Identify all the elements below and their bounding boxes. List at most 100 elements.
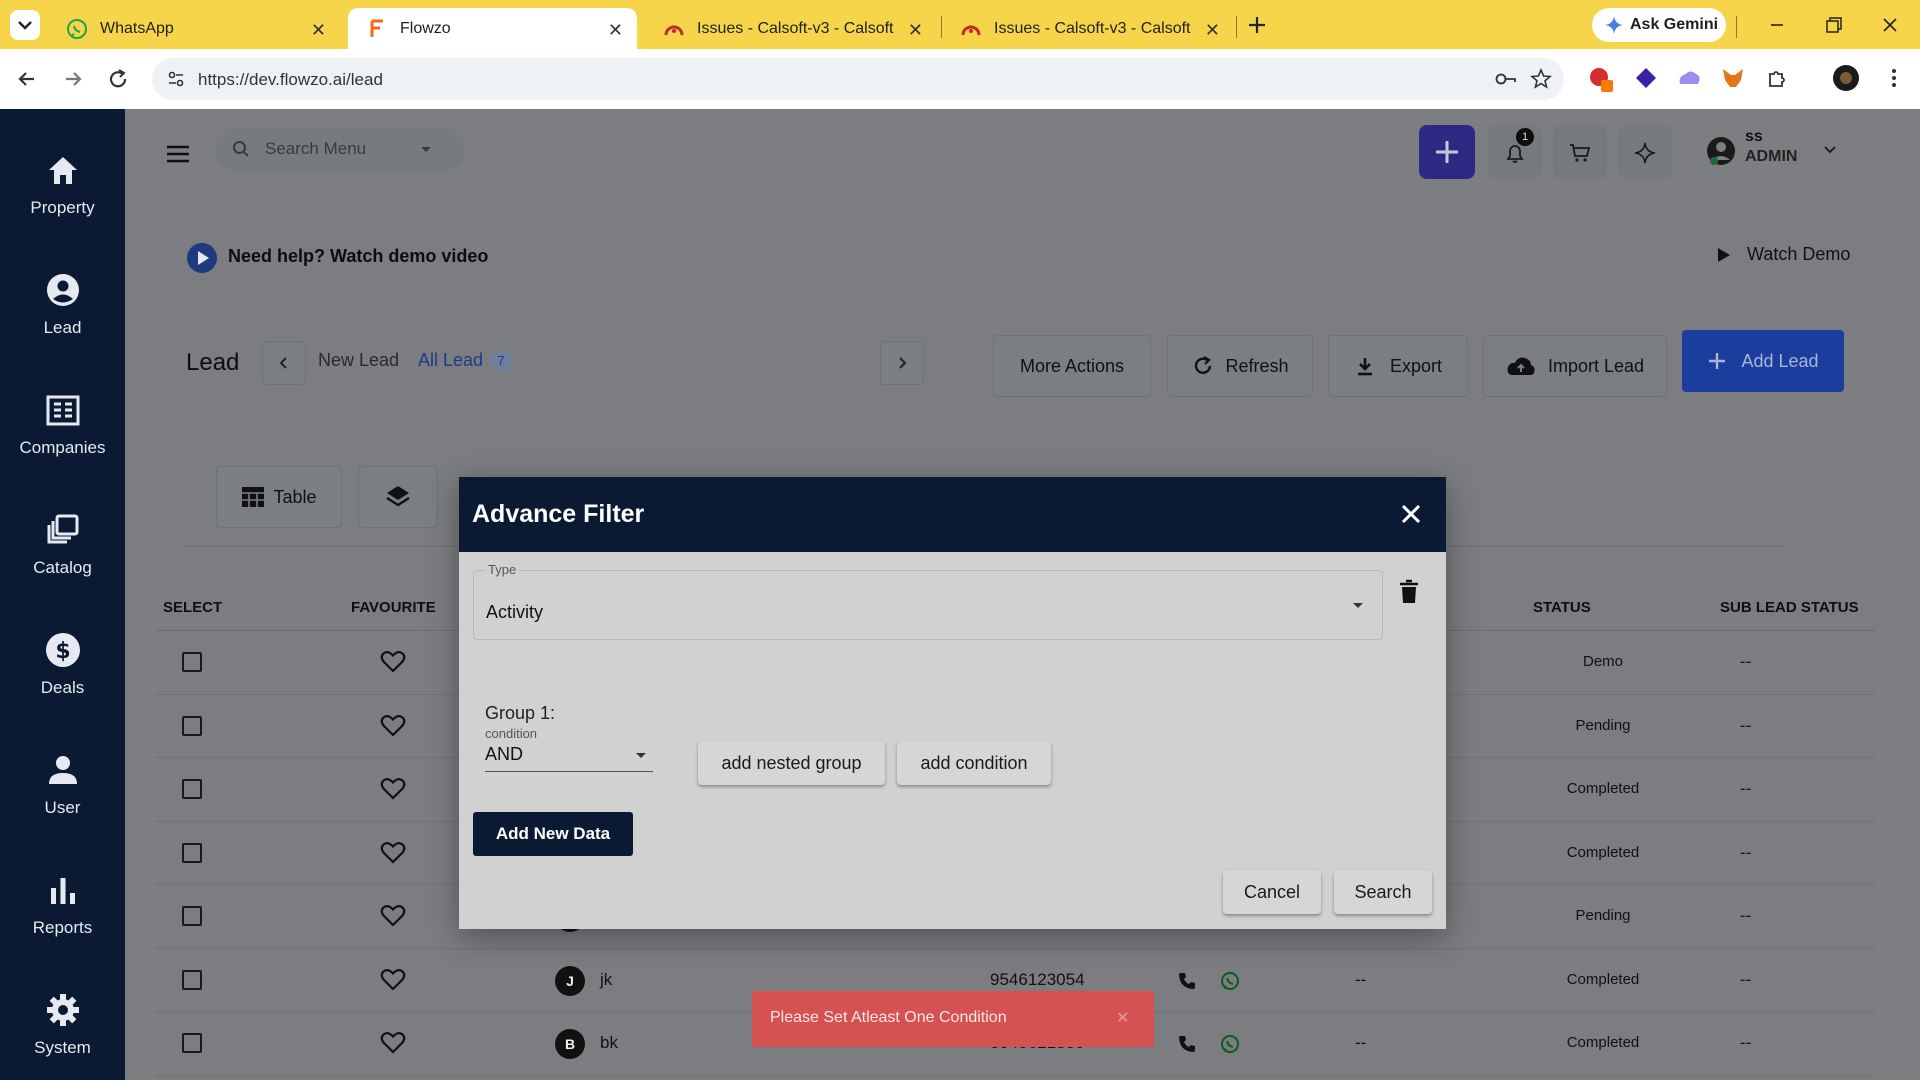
heart-icon[interactable] [380,777,406,801]
table-view-button[interactable]: Table [216,466,342,528]
sidebar-item-deals[interactable]: $ Deals [0,614,125,714]
close-window-button[interactable] [1875,12,1905,38]
favourite-button[interactable] [380,968,406,992]
export-button[interactable]: Export [1328,335,1468,397]
add-condition-button[interactable]: add condition [897,741,1051,785]
lead-sub-status: -- [1740,652,1752,671]
layers-view-button[interactable] [358,466,438,528]
extension-icon-cloud[interactable] [1676,66,1702,90]
heart-icon[interactable] [380,650,406,674]
heart-icon[interactable] [380,841,406,865]
prev-tab-button[interactable] [262,341,306,385]
tab-all-lead[interactable]: All Lead [418,350,483,371]
ask-gemini-button[interactable]: Ask Gemini [1592,8,1726,42]
heart-icon[interactable] [380,714,406,738]
tab-new-lead[interactable]: New Lead [318,350,399,371]
lead-name[interactable]: jk [600,970,612,990]
tab-flowzo[interactable]: Flowzo ✕ [348,8,637,49]
row-select-checkbox[interactable] [182,715,202,736]
site-info-icon[interactable] [166,69,186,89]
quick-add-button[interactable] [1419,125,1475,179]
favourite-button[interactable] [380,650,406,674]
cancel-button[interactable]: Cancel [1223,870,1321,914]
chrome-menu-icon[interactable] [1882,66,1906,90]
add-nested-group-button[interactable]: add nested group [698,741,885,785]
row-select-checkbox[interactable] [182,969,202,990]
favourite-button[interactable] [380,714,406,738]
delete-trash-icon[interactable] [1398,579,1420,605]
tab-whatsapp[interactable]: WhatsApp ✕ [48,8,340,49]
whatsapp-icon[interactable] [1220,971,1240,991]
watch-demo-link[interactable]: Watch Demo [1715,244,1850,265]
close-tab-icon[interactable]: ✕ [311,20,326,41]
lead-status: Pending [1575,716,1631,734]
extension-icon-red[interactable] [1588,66,1614,92]
phone-icon[interactable] [1177,971,1197,991]
tab-calsoft-issues-2[interactable]: Issues - Calsoft-v3 - Calsoft ✕ [942,8,1234,49]
row-select-checkbox[interactable] [182,652,202,672]
metamask-fox-icon[interactable] [1721,66,1745,90]
cart-button[interactable] [1553,125,1607,179]
phone-icon[interactable] [1177,1034,1197,1054]
tab-search-button[interactable] [10,10,40,40]
add-new-data-button[interactable]: Add New Data [473,812,633,856]
call-button[interactable] [1177,971,1197,991]
sidebar-item-lead[interactable]: Lead [0,254,125,354]
row-select-checkbox[interactable] [182,1033,202,1053]
import-lead-button[interactable]: Import Lead [1483,335,1667,397]
call-button[interactable] [1177,1034,1197,1054]
forward-arrow-icon[interactable] [60,66,86,92]
address-bar[interactable]: https://dev.flowzo.ai/lead [152,58,1564,100]
whatsapp-button[interactable] [1220,971,1240,991]
close-icon[interactable] [1398,501,1424,527]
sidebar-item-catalog[interactable]: Catalog [0,494,125,594]
hamburger-menu-icon[interactable] [165,142,191,166]
minimize-button[interactable] [1762,12,1792,38]
sidebar-item-system[interactable]: System [0,974,125,1074]
refresh-button[interactable]: Refresh [1167,335,1313,397]
search-menu-field[interactable]: Search Menu [215,127,465,171]
sidebar-item-reports[interactable]: Reports [0,854,125,954]
add-lead-button[interactable]: Add Lead [1682,330,1844,392]
search-button[interactable]: Search [1334,870,1432,914]
back-arrow-icon[interactable] [14,66,40,92]
restore-button[interactable] [1818,12,1848,38]
next-tab-button[interactable] [880,341,924,385]
row-select-checkbox[interactable] [182,779,202,799]
extension-icon-diamond[interactable] [1634,66,1658,90]
close-tab-icon[interactable]: ✕ [908,20,923,41]
favourite-button[interactable] [380,841,406,865]
tab-calsoft-issues-1[interactable]: Issues - Calsoft-v3 - Calsoft ✕ [645,8,937,49]
favourite-button[interactable] [380,904,406,928]
bookmark-star-icon[interactable] [1530,68,1552,90]
notifications-button[interactable]: 1 [1488,125,1542,179]
extensions-puzzle-icon[interactable] [1766,66,1790,90]
sidebar-item-companies[interactable]: Companies [0,374,125,474]
sidebar-item-user[interactable]: User [0,734,125,834]
new-tab-button[interactable] [1244,12,1270,38]
favourite-button[interactable] [380,777,406,801]
toast-close-icon[interactable]: ✕ [1116,1008,1129,1028]
whatsapp-button[interactable] [1220,1034,1240,1054]
heart-icon[interactable] [380,1031,406,1055]
favourite-button[interactable] [380,1031,406,1055]
user-profile-menu[interactable]: ss ADMIN [1705,125,1855,179]
condition-select[interactable]: AND [485,740,653,772]
sidebar-item-property[interactable]: Property [0,134,125,234]
password-key-icon[interactable] [1494,69,1518,89]
reload-icon[interactable] [105,66,131,92]
play-circle-icon[interactable] [186,242,218,274]
whatsapp-icon[interactable] [1220,1034,1240,1054]
more-actions-button[interactable]: More Actions [993,335,1151,397]
close-tab-icon[interactable]: ✕ [1205,20,1220,41]
download-icon [1357,358,1372,376]
profile-avatar-icon[interactable] [1832,64,1860,92]
ai-sparkle-button[interactable] [1618,125,1672,179]
row-select-checkbox[interactable] [182,906,202,926]
heart-icon[interactable] [380,904,406,928]
type-select[interactable]: Type Activity [473,562,1383,640]
heart-icon[interactable] [380,968,406,992]
close-tab-icon[interactable]: ✕ [608,20,623,41]
lead-name[interactable]: bk [600,1033,618,1053]
row-select-checkbox[interactable] [182,842,202,863]
